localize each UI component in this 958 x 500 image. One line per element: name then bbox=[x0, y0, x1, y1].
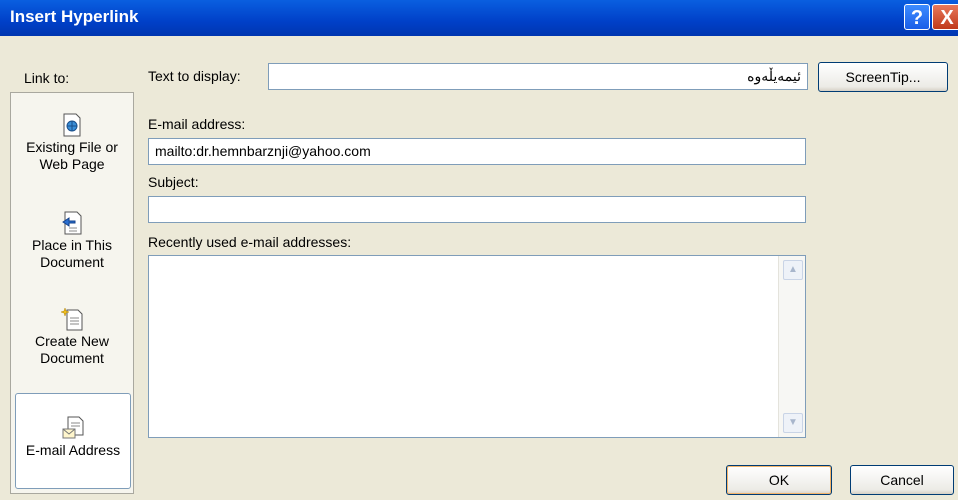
close-button[interactable]: X bbox=[932, 4, 958, 30]
nav-place-in-document[interactable]: Place in This Document bbox=[11, 211, 133, 271]
cancel-button[interactable]: Cancel bbox=[850, 465, 954, 495]
close-icon: X bbox=[940, 7, 954, 29]
text-to-display-label: Text to display: bbox=[148, 68, 241, 84]
subject-input[interactable] bbox=[148, 196, 806, 223]
dialog-title: Insert Hyperlink bbox=[10, 7, 139, 26]
text-to-display-input[interactable]: ئیمەیڵەوە bbox=[268, 63, 808, 90]
recent-emails-label: Recently used e-mail addresses: bbox=[148, 234, 352, 250]
nav-create-line1: Create New bbox=[35, 333, 109, 349]
title-bar[interactable]: Insert Hyperlink ? X bbox=[0, 0, 958, 36]
help-icon: ? bbox=[910, 7, 924, 29]
nav-create-line2: Document bbox=[40, 350, 104, 366]
recent-emails-scrollbar[interactable]: ▲ ▼ bbox=[778, 256, 805, 437]
help-button[interactable]: ? bbox=[904, 4, 930, 30]
place-in-document-icon bbox=[62, 211, 82, 235]
subject-label: Subject: bbox=[148, 174, 199, 190]
nav-email-line1: E-mail Address bbox=[25, 442, 121, 458]
recent-emails-list[interactable]: ▲ ▼ bbox=[148, 255, 806, 438]
nav-existing-file[interactable]: Existing File or Web Page bbox=[11, 113, 133, 173]
scroll-down-icon[interactable]: ▼ bbox=[783, 413, 803, 433]
nav-existing-file-line2: Web Page bbox=[39, 156, 105, 172]
nav-place-line1: Place in This bbox=[32, 237, 112, 253]
scroll-up-icon[interactable]: ▲ bbox=[783, 260, 803, 280]
link-to-panel: Existing File or Web Page Place in This … bbox=[10, 92, 134, 494]
nav-create-new[interactable]: Create New Document bbox=[11, 307, 133, 367]
email-address-input[interactable]: mailto:dr.hemnbarznji@yahoo.com bbox=[148, 138, 806, 165]
link-to-label: Link to: bbox=[24, 70, 70, 86]
nav-existing-file-line1: Existing File or bbox=[26, 139, 118, 155]
email-address-icon bbox=[62, 416, 84, 439]
screentip-button[interactable]: ScreenTip... bbox=[818, 62, 948, 92]
new-document-icon bbox=[61, 307, 83, 331]
email-address-label: E-mail address: bbox=[148, 116, 246, 132]
nav-email-address[interactable]: E-mail Address bbox=[15, 393, 131, 489]
nav-place-line2: Document bbox=[40, 254, 104, 270]
web-page-icon bbox=[63, 113, 81, 137]
ok-button[interactable]: OK bbox=[726, 465, 832, 495]
